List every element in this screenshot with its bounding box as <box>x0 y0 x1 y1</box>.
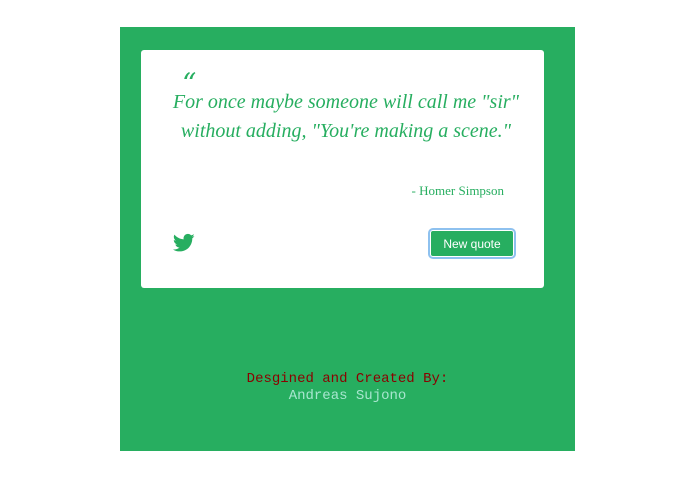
credits-author-link[interactable]: Andreas Sujono <box>120 388 575 405</box>
quote-box: “ For once maybe someone will call me "s… <box>141 50 544 288</box>
credits: Desgined and Created By: Andreas Sujono <box>120 371 575 405</box>
quote-text: For once maybe someone will call me "sir… <box>172 91 520 142</box>
quote-app-container: “ For once maybe someone will call me "s… <box>120 27 575 451</box>
tweet-quote-button[interactable] <box>173 233 195 253</box>
new-quote-button[interactable]: New quote <box>428 228 516 259</box>
quote-author: - Homer Simpson <box>411 183 504 198</box>
twitter-icon <box>173 233 195 252</box>
credits-label: Desgined and Created By: <box>246 371 449 387</box>
